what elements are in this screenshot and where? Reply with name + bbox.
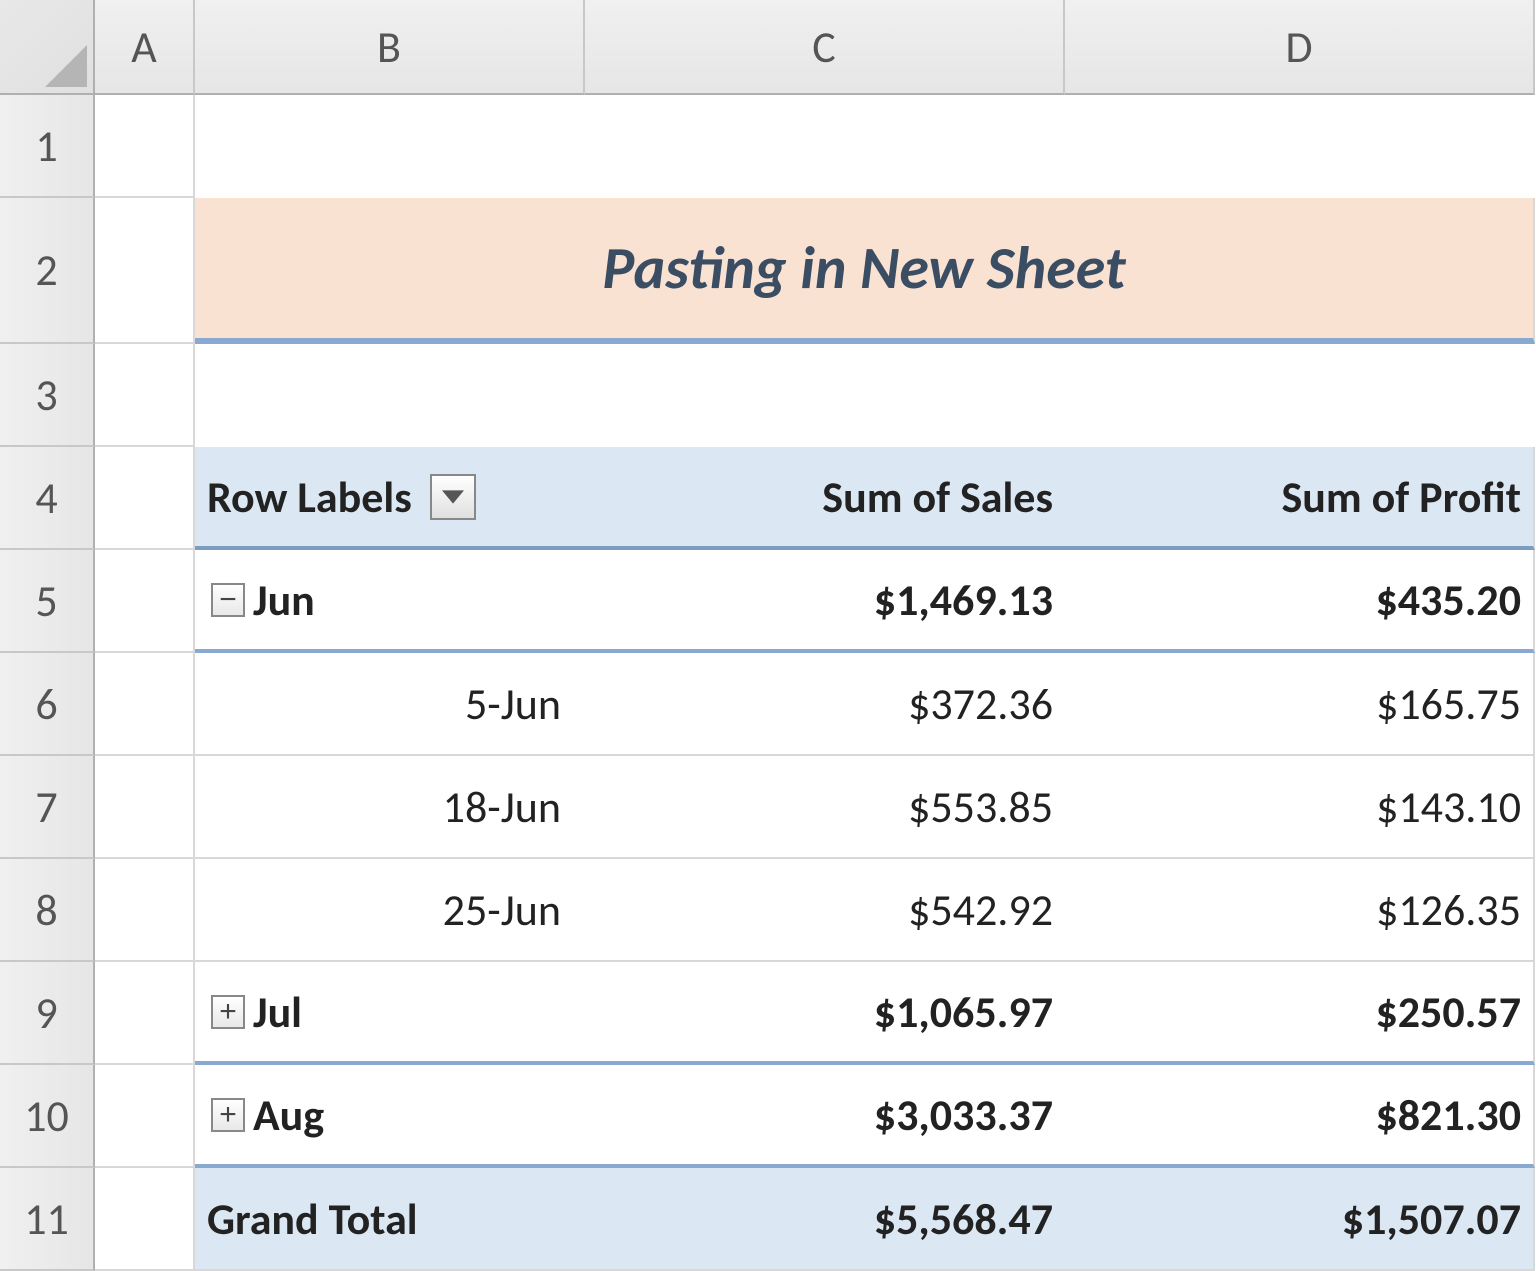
row-header-7[interactable]: 7 <box>0 756 95 859</box>
cell-a10[interactable] <box>95 1065 195 1168</box>
pivot-header-sales[interactable]: Sum of Sales <box>585 447 1065 550</box>
pivot-group-jul[interactable]: + Jul <box>195 962 585 1065</box>
detail-5-jun-profit[interactable]: $165.75 <box>1065 653 1535 756</box>
chevron-down-icon <box>442 490 464 504</box>
row-header-9[interactable]: 9 <box>0 962 95 1065</box>
collapse-button-jun[interactable]: − <box>211 583 245 617</box>
row-header-5[interactable]: 5 <box>0 550 95 653</box>
aug-profit[interactable]: $821.30 <box>1065 1065 1535 1168</box>
row-header-3[interactable]: 3 <box>0 344 95 447</box>
cell-a7[interactable] <box>95 756 195 859</box>
cell-a9[interactable] <box>95 962 195 1065</box>
col-header-b[interactable]: B <box>195 0 585 95</box>
cell-d1[interactable] <box>1065 95 1535 198</box>
pivot-group-aug[interactable]: + Aug <box>195 1065 585 1168</box>
expand-button-jul[interactable]: + <box>211 995 245 1029</box>
cell-a11[interactable] <box>95 1168 195 1271</box>
cell-b1[interactable] <box>195 95 585 198</box>
cell-b3[interactable] <box>195 344 585 447</box>
detail-25-jun-sales[interactable]: $542.92 <box>585 859 1065 962</box>
detail-18-jun-profit[interactable]: $143.10 <box>1065 756 1535 859</box>
pivot-group-jun[interactable]: − Jun <box>195 550 585 653</box>
row-header-10[interactable]: 10 <box>0 1065 95 1168</box>
header-sales-text: Sum of Sales <box>822 470 1053 524</box>
detail-25-jun-profit[interactable]: $126.35 <box>1065 859 1535 962</box>
detail-18-jun-sales[interactable]: $553.85 <box>585 756 1065 859</box>
row-header-11[interactable]: 11 <box>0 1168 95 1271</box>
detail-18-jun[interactable]: 18-Jun <box>195 756 585 859</box>
jul-sales[interactable]: $1,065.97 <box>585 962 1065 1065</box>
header-profit-text: Sum of Profit <box>1282 470 1522 524</box>
cell-a8[interactable] <box>95 859 195 962</box>
row-header-4[interactable]: 4 <box>0 447 95 550</box>
aug-sales[interactable]: $3,033.37 <box>585 1065 1065 1168</box>
cell-a6[interactable] <box>95 653 195 756</box>
detail-5-jun-sales[interactable]: $372.36 <box>585 653 1065 756</box>
jun-sales[interactable]: $1,469.13 <box>585 550 1065 653</box>
group-label-jul: Jul <box>253 985 302 1039</box>
pivot-header-row-labels[interactable]: Row Labels <box>195 447 585 550</box>
group-label-aug: Aug <box>253 1088 324 1142</box>
cell-d3[interactable] <box>1065 344 1535 447</box>
cell-a3[interactable] <box>95 344 195 447</box>
page-title[interactable]: Pasting in New Sheet <box>195 198 1535 344</box>
row-header-1[interactable]: 1 <box>0 95 95 198</box>
cell-a5[interactable] <box>95 550 195 653</box>
cell-a1[interactable] <box>95 95 195 198</box>
cell-c1[interactable] <box>585 95 1065 198</box>
detail-25-jun[interactable]: 25-Jun <box>195 859 585 962</box>
cell-a2[interactable] <box>95 198 195 344</box>
col-header-c[interactable]: C <box>585 0 1065 95</box>
row-header-8[interactable]: 8 <box>0 859 95 962</box>
jul-profit[interactable]: $250.57 <box>1065 962 1535 1065</box>
filter-dropdown-button[interactable] <box>430 474 476 520</box>
row-header-2[interactable]: 2 <box>0 198 95 344</box>
row-labels-text: Row Labels <box>207 470 412 524</box>
col-header-a[interactable]: A <box>95 0 195 95</box>
detail-5-jun[interactable]: 5-Jun <box>195 653 585 756</box>
cell-c3[interactable] <box>585 344 1065 447</box>
grand-total-sales[interactable]: $5,568.47 <box>585 1168 1065 1271</box>
row-header-6[interactable]: 6 <box>0 653 95 756</box>
cell-a4[interactable] <box>95 447 195 550</box>
grand-total-profit[interactable]: $1,507.07 <box>1065 1168 1535 1271</box>
grand-total-label[interactable]: Grand Total <box>195 1168 585 1271</box>
expand-button-aug[interactable]: + <box>211 1098 245 1132</box>
pivot-header-profit[interactable]: Sum of Profit <box>1065 447 1535 550</box>
select-all-corner[interactable] <box>0 0 95 95</box>
jun-profit[interactable]: $435.20 <box>1065 550 1535 653</box>
col-header-d[interactable]: D <box>1065 0 1535 95</box>
group-label-jun: Jun <box>253 573 315 627</box>
